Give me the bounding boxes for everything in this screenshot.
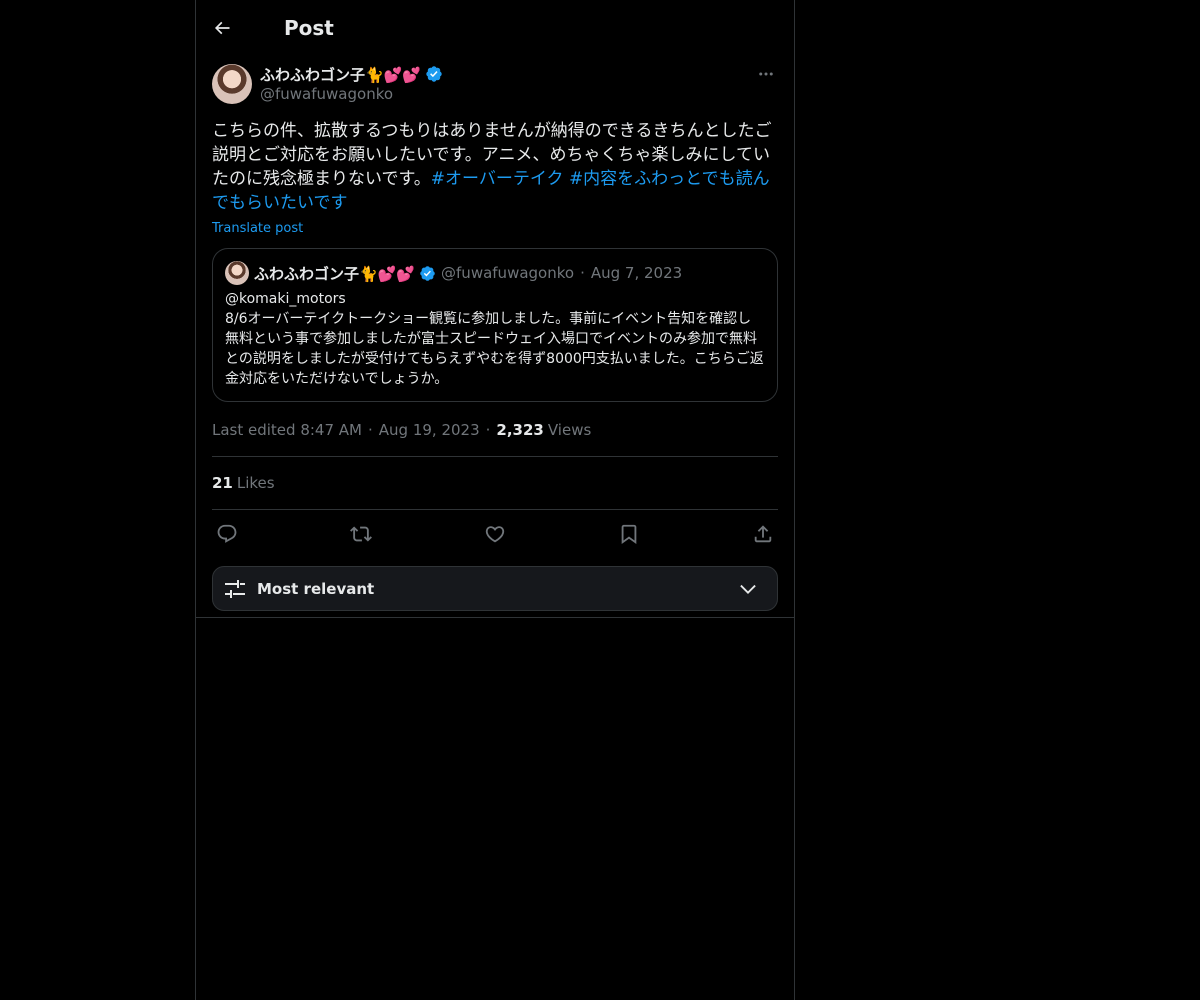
- post: ふわふわゴン子🐈💕💕 @fuwafuwagonko こちらの件、拡散するつもりは…: [196, 64, 794, 611]
- action-bar: [212, 510, 778, 558]
- quoted-post-header: ふわふわゴン子🐈💕💕 @fuwafuwagonko · Aug 7, 2023: [225, 261, 765, 285]
- like-icon: [485, 526, 505, 543]
- separator-dot: ·: [580, 264, 585, 282]
- quoted-post[interactable]: ふわふわゴン子🐈💕💕 @fuwafuwagonko · Aug 7, 2023 …: [212, 248, 778, 402]
- quoted-handle: @fuwafuwagonko: [441, 264, 575, 282]
- quoted-text: 8/6オーバーテイクトークショー観覧に参加しました。事前にイベント告知を確認し無…: [225, 311, 764, 387]
- like-button[interactable]: [482, 521, 508, 547]
- header: Post: [196, 0, 794, 55]
- views-count: 2,323: [496, 421, 544, 439]
- bookmark-icon: [621, 524, 637, 545]
- reply-button[interactable]: [214, 521, 240, 547]
- name-line: ふわふわゴン子🐈💕💕: [260, 64, 443, 84]
- back-button[interactable]: [212, 18, 232, 38]
- divider: [196, 617, 794, 618]
- quoted-avatar: [225, 261, 249, 285]
- more-icon: [759, 72, 773, 76]
- post-meta: Last edited 8:47 AM · Aug 19, 2023 · 2,3…: [212, 419, 778, 441]
- share-button[interactable]: [750, 521, 776, 547]
- chevron-down-icon: [737, 578, 759, 600]
- bookmark-button[interactable]: [616, 521, 642, 547]
- main-column: Post ふわふわゴン子🐈💕💕 @fuwafuwagonko こちらの件、拡散す…: [195, 0, 795, 1000]
- author-handle[interactable]: @fuwafuwagonko: [260, 85, 443, 103]
- back-arrow-icon: [214, 21, 230, 34]
- hashtag-overtake[interactable]: #オーバーテイク: [431, 169, 564, 189]
- translate-post-link[interactable]: Translate post: [212, 221, 303, 236]
- separator-dot: ·: [485, 421, 491, 439]
- post-date[interactable]: Aug 19, 2023: [379, 421, 480, 439]
- post-text: こちらの件、拡散するつもりはありませんが納得のできるきちんとしたご説明とご対応を…: [212, 119, 778, 215]
- quoted-date: Aug 7, 2023: [590, 264, 683, 282]
- likes-label: Likes: [236, 474, 275, 492]
- author-row: ふわふわゴン子🐈💕💕 @fuwafuwagonko: [212, 64, 778, 106]
- separator-dot: ·: [368, 421, 373, 439]
- author-display-name[interactable]: ふわふわゴン子🐈💕💕: [260, 64, 421, 85]
- repost-button[interactable]: [348, 521, 374, 547]
- sort-replies-dropdown[interactable]: Most relevant: [212, 566, 778, 611]
- repost-icon: [350, 526, 372, 542]
- verified-badge-icon: [426, 66, 442, 82]
- likes-row[interactable]: 21 Likes: [212, 457, 778, 509]
- more-button[interactable]: [756, 64, 776, 84]
- avatar[interactable]: [212, 64, 252, 104]
- edited-time[interactable]: Last edited 8:47 AM: [212, 421, 362, 439]
- reply-icon: [217, 524, 237, 543]
- quoted-post-body: @komaki_motors 8/6オーバーテイクトークショー観覧に参加しました…: [225, 289, 765, 389]
- quoted-display-name: ふわふわゴン子🐈💕💕: [254, 264, 416, 283]
- verified-badge-icon: [420, 265, 435, 281]
- page-title: Post: [284, 15, 334, 40]
- share-icon: [754, 525, 772, 543]
- views-label: Views: [547, 421, 592, 439]
- likes-count: 21: [212, 474, 233, 492]
- sliders-icon: [225, 579, 245, 598]
- author-info: ふわふわゴン子🐈💕💕 @fuwafuwagonko: [260, 64, 443, 103]
- sort-label: Most relevant: [257, 579, 375, 598]
- quoted-mention: @komaki_motors: [225, 291, 346, 307]
